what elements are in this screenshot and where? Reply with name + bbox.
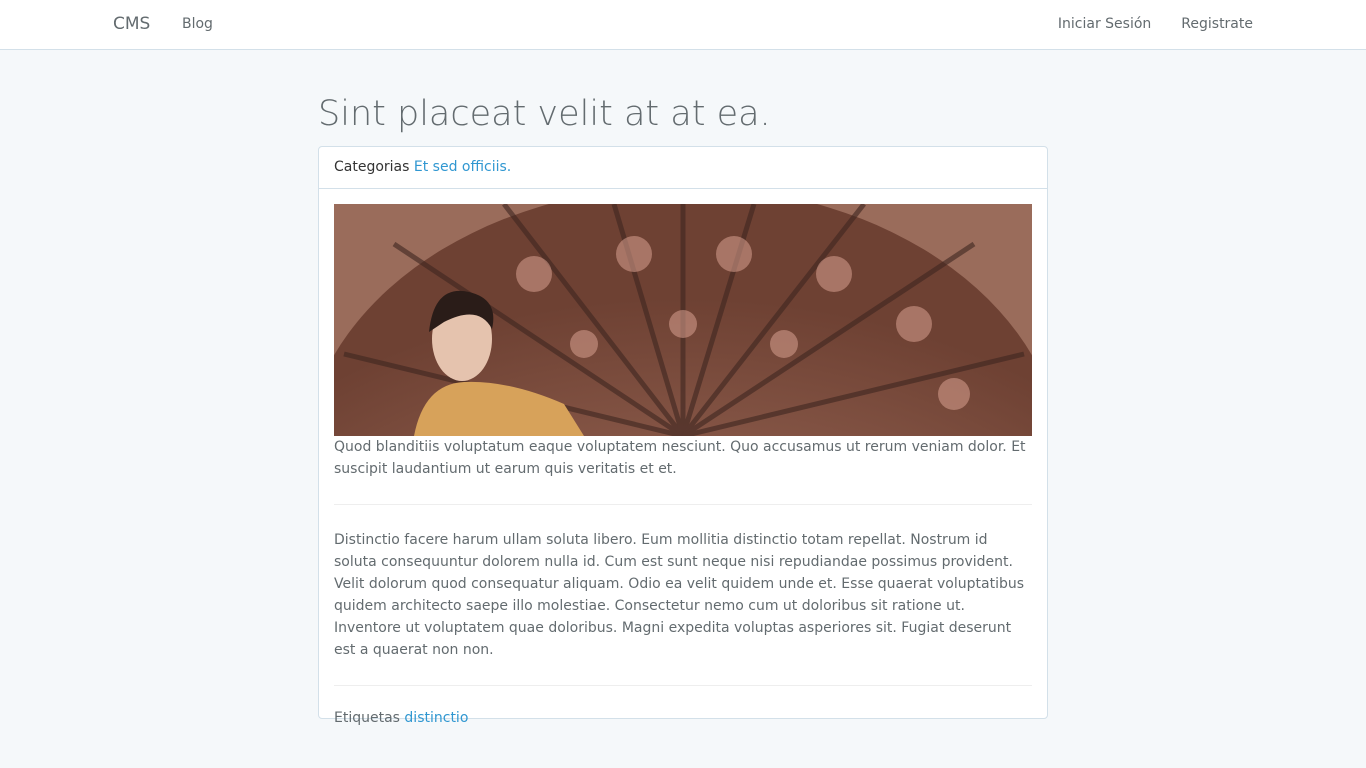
- top-navbar: CMS Blog Iniciar Sesión Registrate: [0, 0, 1366, 50]
- brand-link[interactable]: CMS: [113, 14, 150, 34]
- post-tags: Etiquetas distinctio: [334, 710, 1032, 726]
- post-excerpt: Quod blanditiis voluptatum eaque volupta…: [334, 439, 1026, 477]
- register-link[interactable]: Registrate: [1181, 16, 1253, 32]
- post-body-text: Distinctio facere harum ullam soluta lib…: [334, 532, 1025, 658]
- nav-blog-link[interactable]: Blog: [182, 16, 213, 32]
- post-title: Sint placeat velit at at ea.: [318, 94, 771, 134]
- post-panel: Categorias Et sed officiis. Quod blandit…: [318, 146, 1048, 726]
- divider: [334, 685, 1032, 686]
- category-label: Categorias: [334, 159, 410, 175]
- nav-auth-links: Iniciar Sesión Registrate: [1058, 16, 1253, 32]
- tags-label: Etiquetas: [334, 710, 400, 726]
- divider: [334, 504, 1032, 505]
- post-category-header: Categorias Et sed officiis.: [319, 147, 1047, 189]
- tag-link[interactable]: distinctio: [404, 710, 468, 726]
- main-content: Sint placeat velit at at ea. Categorias …: [318, 50, 1048, 726]
- login-link[interactable]: Iniciar Sesión: [1058, 16, 1151, 32]
- post-image: [334, 204, 1032, 436]
- category-link[interactable]: Et sed officiis.: [414, 159, 511, 175]
- post-body: Quod blanditiis voluptatum eaque volupta…: [319, 189, 1047, 741]
